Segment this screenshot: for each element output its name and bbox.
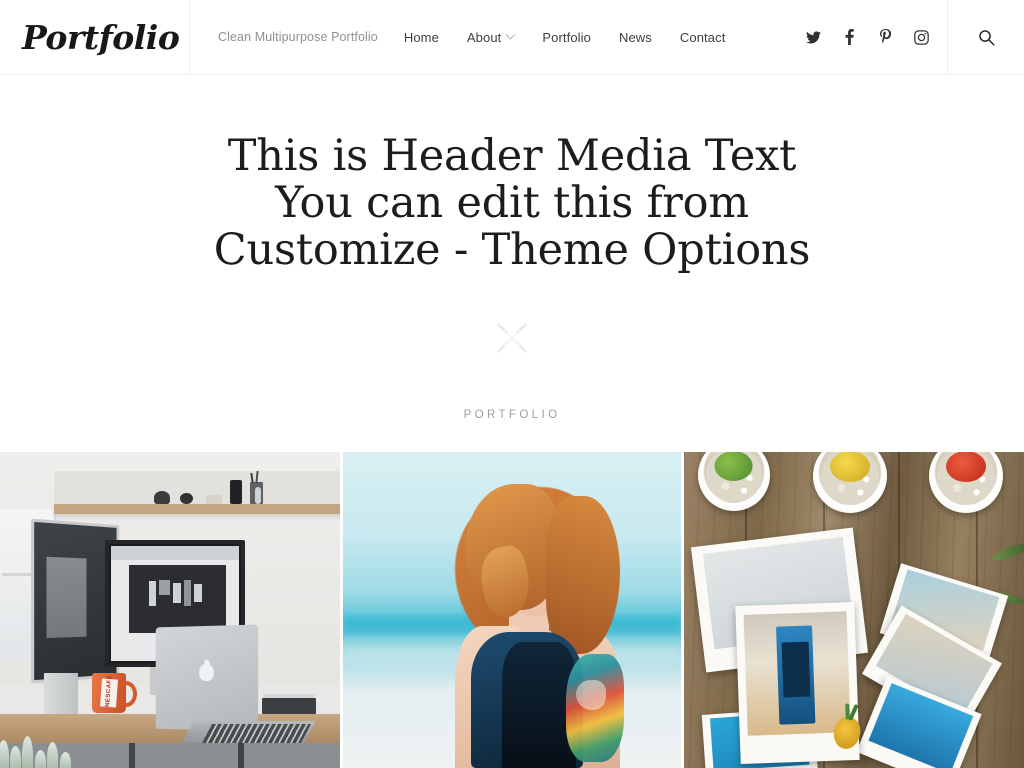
chevron-down-icon	[505, 29, 516, 40]
nav-item-news[interactable]: News	[619, 30, 652, 45]
search-icon[interactable]	[975, 26, 997, 48]
hero-section: This is Header Media Text You can edit t…	[0, 75, 1024, 452]
portfolio-item-photos[interactable]	[684, 452, 1024, 768]
portfolio-item-workspace[interactable]: NESCAFE	[0, 452, 340, 768]
nav-item-portfolio-label: Portfolio	[542, 29, 591, 45]
hero-title-line-1: This is Header Media Text	[227, 131, 797, 181]
nav-item-portfolio[interactable]: Portfolio	[542, 30, 591, 45]
workspace-image: NESCAFE	[0, 452, 340, 768]
portfolio-item-portrait[interactable]	[343, 452, 681, 768]
nav-item-contact-label: Contact	[679, 29, 726, 45]
nav-item-home[interactable]: Home	[404, 30, 439, 45]
twitter-icon[interactable]	[805, 29, 821, 45]
site-tagline: Clean Multipurpose Portfolio	[218, 30, 378, 44]
hero-title: This is Header Media Text You can edit t…	[214, 133, 811, 274]
diamond-cross-ornament-icon	[491, 317, 533, 359]
site-logo[interactable]: Portfolio	[22, 21, 180, 54]
nav-item-about-label: About	[466, 29, 502, 45]
portrait-image	[343, 452, 681, 768]
instagram-icon[interactable]	[913, 29, 929, 45]
logo-zone: Portfolio	[0, 0, 190, 74]
hero-title-line-2: You can edit this from	[275, 178, 749, 228]
photos-image	[684, 452, 1024, 768]
facebook-icon[interactable]	[841, 29, 857, 45]
hero-title-line-3: Customize - Theme Options	[213, 225, 811, 275]
nav-item-about[interactable]: About	[466, 29, 516, 45]
pinterest-icon[interactable]	[877, 29, 893, 45]
search-zone	[947, 0, 1024, 74]
social-links	[805, 0, 947, 74]
portfolio-section-label: PORTFOLIO	[463, 409, 561, 421]
nav-item-contact[interactable]: Contact	[680, 30, 726, 45]
primary-navigation-zone: Clean Multipurpose Portfolio Home About …	[190, 0, 805, 74]
portfolio-grid: NESCAFE	[0, 452, 1024, 768]
site-header: Portfolio Clean Multipurpose Portfolio H…	[0, 0, 1024, 75]
main-nav: Home About Portfolio News Contact	[404, 29, 726, 45]
nav-item-home-label: Home	[403, 29, 439, 45]
nav-item-news-label: News	[618, 29, 652, 45]
